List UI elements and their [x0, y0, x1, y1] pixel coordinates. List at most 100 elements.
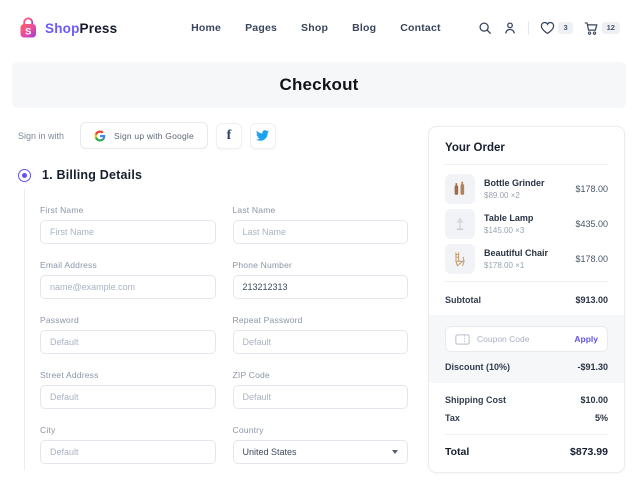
street-address-field: Street Address [40, 370, 216, 409]
repeat-password-input[interactable] [232, 330, 408, 354]
first-name-label: First Name [40, 205, 84, 215]
signin-label: Sign in with [18, 130, 65, 141]
nav-item-contact[interactable]: Contact [400, 22, 440, 34]
total-value: $873.99 [570, 446, 608, 458]
google-signup-button[interactable]: Sign up with Google [80, 122, 208, 149]
first-name-input[interactable] [40, 220, 216, 244]
beautiful-chair-thumbnail [445, 244, 475, 274]
facebook-signin-button[interactable]: f [215, 122, 242, 149]
billing-form: First Name Last Name Email Address Phone… [40, 205, 408, 480]
city-field: City [40, 425, 216, 464]
zip-code-label: ZIP Code [232, 370, 270, 380]
cart-count-badge: 12 [601, 22, 620, 34]
coupon-code-input[interactable] [477, 334, 575, 344]
order-items: Bottle Grinder $89.00 ×2 $178.00 Table L… [445, 165, 608, 274]
first-name-field: First Name [40, 205, 216, 244]
item-line-total: $178.00 [575, 184, 608, 194]
chevron-down-icon [392, 450, 398, 454]
last-name-label: Last Name [232, 205, 276, 215]
password-label: Password [40, 315, 79, 325]
order-summary-title: Your Order [445, 142, 608, 165]
coupon-input-box: Apply [445, 326, 608, 352]
subtotal-label: Subtotal [445, 295, 481, 305]
shipping-value: $10.00 [580, 395, 608, 405]
city-input[interactable] [40, 440, 216, 464]
twitter-icon [256, 130, 270, 141]
billing-form-wrap: First Name Last Name Email Address Phone… [18, 189, 408, 480]
total-row: Total $873.99 [445, 435, 608, 458]
page-title-banner: Checkout [12, 62, 626, 108]
header-icons: 3 12 [478, 21, 620, 36]
zip-code-input[interactable] [232, 385, 408, 409]
email-input[interactable] [40, 275, 216, 299]
item-name: Beautiful Chair [484, 248, 549, 258]
repeat-password-label: Repeat Password [232, 315, 303, 325]
billing-step-radio[interactable] [18, 168, 31, 182]
order-item-beautiful-chair: Beautiful Chair $178.00 ×1 $178.00 [445, 244, 608, 274]
tax-label: Tax [445, 413, 460, 423]
country-select[interactable]: United States [232, 440, 408, 464]
main-content: Sign in with Sign up with Google f 1. Bi… [0, 108, 638, 480]
total-label: Total [445, 446, 470, 458]
checkout-page: S ShopPress Home Pages Shop Blog Contact [0, 0, 638, 495]
search-icon[interactable] [478, 21, 492, 35]
billing-step-header: 1. Billing Details [18, 168, 408, 182]
divider [445, 281, 608, 282]
password-input[interactable] [40, 330, 216, 354]
google-signup-label: Sign up with Google [114, 130, 194, 141]
twitter-signin-button[interactable] [249, 122, 276, 149]
item-unit-price: $89.00 ×2 [484, 191, 520, 200]
signin-row: Sign in with Sign up with Google f [18, 122, 408, 149]
nav-item-blog[interactable]: Blog [352, 22, 376, 34]
tax-row: Tax 5% [445, 413, 608, 423]
wishlist-button[interactable]: 3 [540, 21, 573, 35]
nav-item-home[interactable]: Home [191, 22, 221, 34]
discount-row: Discount (10%) -$91.30 [445, 362, 608, 372]
zip-code-field: ZIP Code [232, 370, 408, 409]
billing-heading: 1. Billing Details [42, 168, 143, 182]
coupon-section: Apply Discount (10%) -$91.30 [429, 315, 624, 383]
street-address-input[interactable] [40, 385, 216, 409]
apply-coupon-button[interactable]: Apply [574, 334, 598, 344]
nav-item-pages[interactable]: Pages [245, 22, 277, 34]
email-field: Email Address [40, 260, 216, 299]
subtotal-value: $913.00 [575, 295, 608, 305]
last-name-input[interactable] [232, 220, 408, 244]
cart-icon [584, 21, 598, 35]
shipping-row: Shipping Cost $10.00 [445, 395, 608, 405]
item-line-total: $435.00 [575, 219, 608, 229]
discount-value: -$91.30 [577, 362, 608, 372]
item-unit-price: $145.00 ×3 [484, 226, 525, 235]
item-name: Bottle Grinder [484, 178, 545, 188]
discount-label: Discount (10%) [445, 362, 511, 372]
country-label: Country [232, 425, 264, 435]
heart-icon [541, 21, 555, 35]
country-field: Country United States [232, 425, 408, 464]
site-header: S ShopPress Home Pages Shop Blog Contact [0, 0, 638, 56]
shipping-label: Shipping Cost [445, 395, 506, 405]
shopping-bag-logo-icon: S [20, 17, 36, 38]
item-line-total: $178.00 [575, 254, 608, 264]
nav-item-shop[interactable]: Shop [301, 22, 328, 34]
coupon-ticket-icon [455, 333, 470, 345]
phone-input[interactable] [232, 275, 408, 299]
street-address-label: Street Address [40, 370, 99, 380]
last-name-field: Last Name [232, 205, 408, 244]
order-item-bottle-grinder: Bottle Grinder $89.00 ×2 $178.00 [445, 174, 608, 204]
country-selected-value: United States [242, 447, 297, 457]
table-lamp-image [456, 217, 464, 230]
phone-field: Phone Number [232, 260, 408, 299]
wishlist-count-badge: 3 [558, 22, 573, 34]
main-nav: Home Pages Shop Blog Contact [191, 22, 441, 34]
shoppress-logo[interactable]: S ShopPress [18, 17, 117, 39]
item-unit-price: $178.00 ×1 [484, 261, 525, 270]
bottle-grinder-thumbnail [445, 174, 475, 204]
subtotal-row: Subtotal $913.00 [445, 289, 608, 315]
brand-name: ShopPress [45, 20, 118, 36]
item-name: Table Lamp [484, 213, 534, 223]
email-label: Email Address [40, 260, 97, 270]
user-icon[interactable] [503, 21, 517, 35]
cart-button[interactable]: 12 [584, 21, 620, 36]
bottle-grinder-image [454, 181, 465, 195]
order-item-table-lamp: Table Lamp $145.00 ×3 $435.00 [445, 209, 608, 239]
